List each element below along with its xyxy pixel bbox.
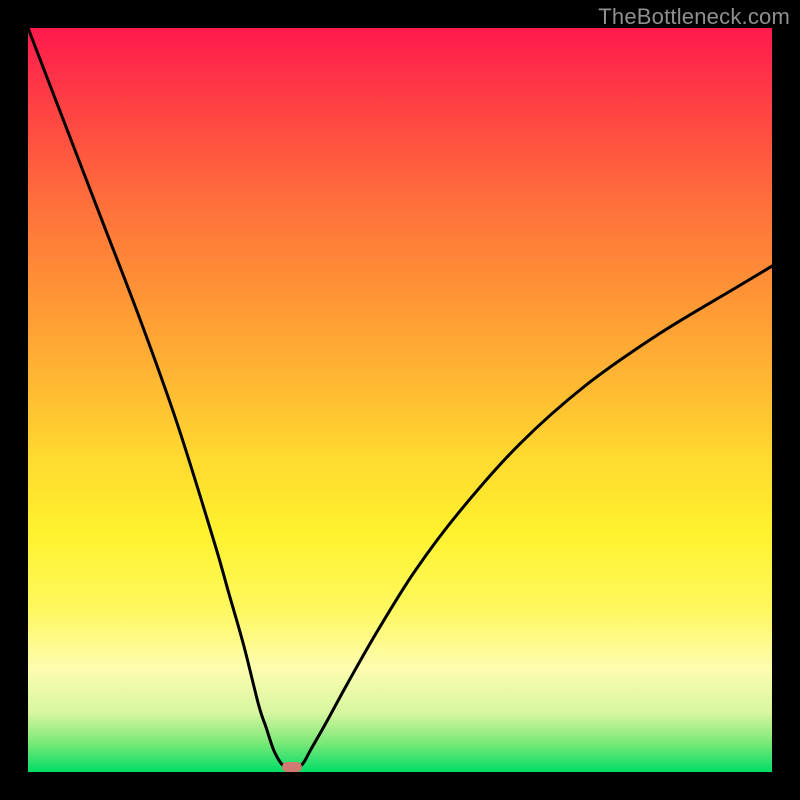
plot-area (28, 28, 772, 772)
optimal-marker (282, 762, 301, 772)
bottleneck-curve (28, 28, 772, 772)
watermark-text: TheBottleneck.com (598, 4, 790, 30)
chart-frame: TheBottleneck.com (0, 0, 800, 800)
